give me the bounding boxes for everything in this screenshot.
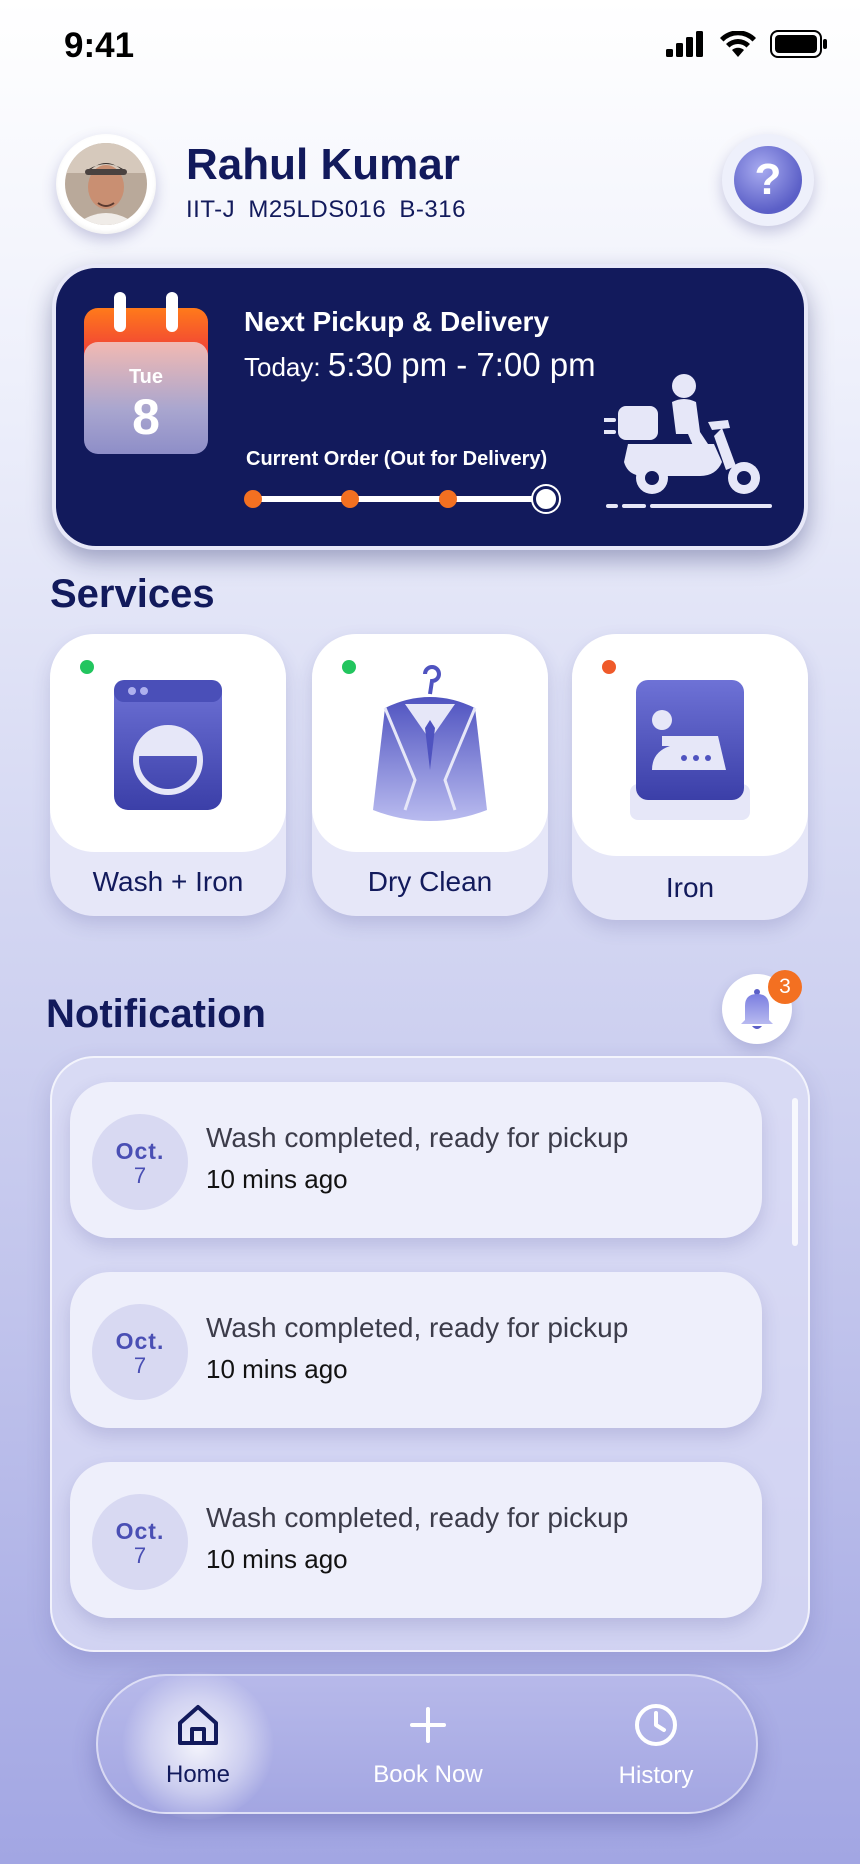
service-label: Dry Clean bbox=[367, 866, 493, 897]
calendar-day: Tue bbox=[128, 366, 164, 388]
notification-item[interactable]: Oct. 7 Wash completed, ready for pickup … bbox=[70, 1462, 762, 1618]
service-label: Iron bbox=[665, 872, 715, 903]
nav-label: History bbox=[618, 1762, 694, 1789]
avatar-photo bbox=[65, 143, 147, 225]
iron-icon bbox=[630, 680, 750, 820]
notification-date: Oct. 7 bbox=[92, 1114, 188, 1210]
nav-label: Home bbox=[165, 1761, 231, 1788]
notification-date: Oct. 7 bbox=[92, 1494, 188, 1590]
notification-time: 10 mins ago bbox=[206, 1164, 348, 1194]
notification-text: Wash completed, ready for pickup bbox=[206, 1502, 629, 1533]
plus-icon bbox=[410, 1707, 446, 1743]
services-title: Services bbox=[50, 572, 215, 616]
progress-step bbox=[439, 490, 457, 508]
delivery-time-prefix: Today: bbox=[244, 352, 321, 382]
notification-item[interactable]: Oct. 7 Wash completed, ready for pickup … bbox=[70, 1272, 762, 1428]
order-status: Current Order (Out for Delivery) bbox=[246, 448, 548, 470]
nav-item-book-now[interactable]: Book Now bbox=[338, 1676, 518, 1816]
notification-badge: 3 bbox=[768, 970, 802, 1004]
progress-step-current bbox=[533, 486, 559, 512]
notification-text: Wash completed, ready for pickup bbox=[206, 1122, 629, 1153]
help-icon: ? bbox=[734, 146, 802, 214]
delivery-scooter-icon bbox=[604, 374, 772, 508]
status-time: 9:41 bbox=[64, 26, 135, 65]
help-button[interactable]: ? bbox=[722, 134, 814, 226]
battery-icon bbox=[770, 30, 827, 58]
status-icons bbox=[666, 30, 828, 58]
calendar-date: 8 bbox=[132, 389, 160, 445]
service-card-dry-clean[interactable]: Dry Clean bbox=[312, 634, 548, 916]
service-card-iron[interactable]: Iron bbox=[572, 634, 808, 920]
wifi-icon bbox=[720, 31, 756, 57]
service-card-wash-iron[interactable]: Wash + Iron bbox=[50, 634, 286, 916]
availability-dot bbox=[342, 660, 356, 674]
delivery-time-range: 5:30 pm - 7:00 pm bbox=[327, 346, 596, 383]
user-name: Rahul Kumar bbox=[186, 140, 460, 189]
delivery-title: Next Pickup & Delivery bbox=[244, 306, 550, 337]
progress-step bbox=[244, 490, 262, 508]
user-meta: IIT-J M25LDS016 B-316 bbox=[186, 196, 466, 223]
cellular-signal-icon bbox=[666, 31, 703, 57]
notification-title: Notification bbox=[46, 992, 266, 1036]
clock-icon bbox=[635, 1704, 677, 1746]
washing-machine-icon bbox=[114, 680, 222, 810]
service-label: Wash + Iron bbox=[92, 866, 244, 897]
notification-item[interactable]: Oct. 7 Wash completed, ready for pickup … bbox=[70, 1082, 762, 1238]
notification-text: Wash completed, ready for pickup bbox=[206, 1312, 629, 1343]
progress-step bbox=[341, 490, 359, 508]
nav-label: Book Now bbox=[373, 1761, 483, 1788]
nav-item-home[interactable]: Home bbox=[108, 1676, 288, 1816]
delivery-time: Today: 5:30 pm - 7:00 pm bbox=[244, 346, 596, 384]
suit-hanger-icon bbox=[373, 665, 487, 821]
avatar[interactable] bbox=[56, 134, 156, 234]
notification-scrollbar[interactable] bbox=[792, 1098, 798, 1246]
notification-time: 10 mins ago bbox=[206, 1544, 348, 1574]
availability-dot bbox=[602, 660, 616, 674]
notification-date: Oct. 7 bbox=[92, 1304, 188, 1400]
notification-time: 10 mins ago bbox=[206, 1354, 348, 1384]
calendar-icon: Tue 8 bbox=[84, 292, 208, 454]
availability-dot bbox=[80, 660, 94, 674]
nav-item-history[interactable]: History bbox=[566, 1676, 746, 1816]
bottom-nav: Home Book Now History bbox=[96, 1672, 758, 1820]
home-icon bbox=[178, 1705, 218, 1745]
order-progress-bar bbox=[244, 486, 559, 512]
